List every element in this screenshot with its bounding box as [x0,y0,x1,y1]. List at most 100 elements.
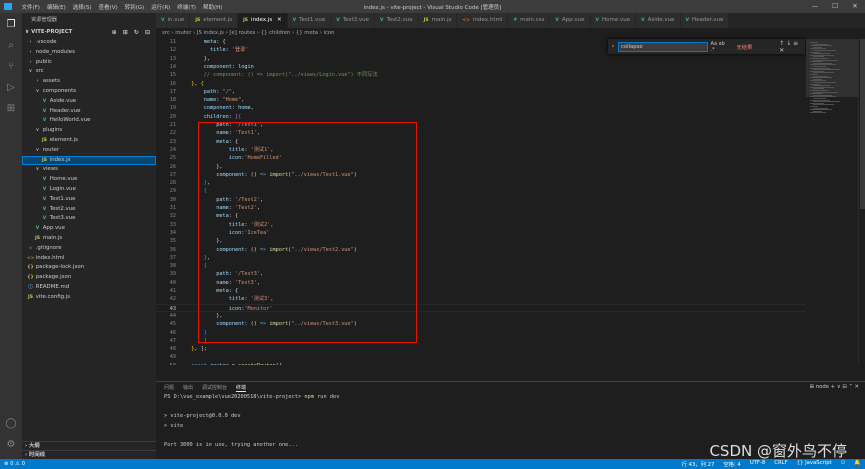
account-icon[interactable]: ◯ [5,418,17,430]
status-item[interactable]: UTF-8 [750,460,765,468]
editor-tab[interactable]: JS main.js [418,13,458,28]
panel-actions[interactable]: ⊞ node + ∨ ⊟ ⌃ ✕ [810,384,859,390]
panel-tab[interactable]: 调试控制台 [202,384,227,391]
editor-tab[interactable]: JS index.js ✕ [238,13,288,28]
timeline-section[interactable]: › 时间线 [22,450,156,459]
tree-item[interactable]: JS vite.config.js [22,293,156,303]
js-file-icon: JS [42,157,47,163]
source-control-icon[interactable]: ⑂ [5,61,17,73]
find-navigation[interactable]: ↑ ↓ ≡ ✕ [779,40,805,54]
menu-item-6[interactable]: 终端(T) [174,3,200,11]
terminal-line: PS D:\vue_example\vue20200518\vite-proje… [164,394,340,400]
tree-item[interactable]: ∨ src [22,67,156,77]
tree-item[interactable]: V Test1.vue [22,195,156,205]
tree-item[interactable]: › .vscode [22,38,156,48]
close-tab-icon[interactable]: ✕ [275,17,282,23]
run-debug-icon[interactable]: ▷ [5,82,17,94]
editor-tab[interactable]: Vin.vue [156,13,191,28]
panel-tab[interactable]: 输出 [183,384,193,391]
code-line: 33 title: '测试2', [156,221,806,230]
minimize-button[interactable]: — [805,0,825,13]
tree-item[interactable]: V Test3.vue [22,214,156,224]
editor-tab[interactable]: <> index.html [457,13,509,28]
menu-item-1[interactable]: 编辑(E) [43,3,69,11]
menu-item-3[interactable]: 查看(V) [95,3,121,11]
line-number: 30 [169,196,176,203]
gear-icon[interactable]: ⚙ [5,439,17,451]
search-icon[interactable]: ⌕ [5,40,17,52]
close-window-button[interactable]: ✕ [845,0,865,13]
code-line: 47 ] [156,337,806,346]
editor-tab[interactable]: V App.vue [550,13,591,28]
tree-item[interactable]: V Home.vue [22,175,156,185]
status-item[interactable]: 行 43，列 27 [682,460,715,468]
menu-item-7[interactable]: 帮助(H) [199,3,225,11]
tree-item[interactable]: ∨ views [22,165,156,175]
tree-item[interactable]: {} package-lock.json [22,263,156,273]
editor-scrollbar[interactable] [858,39,865,365]
tree-item[interactable]: V Aside.vue [22,97,156,107]
code-line: 20 children: [{ [156,113,806,122]
code-editor[interactable]: 11 meta: {12 title: '登录' 13 }, 14 componen… [156,39,806,365]
tree-item[interactable]: V Test2.vue [22,205,156,215]
tree-item[interactable]: JS index.js [22,155,156,166]
tree-item[interactable]: › assets [22,77,156,87]
editor-tab[interactable]: V Aside.vue [636,13,681,28]
scrollbar-thumb[interactable] [860,39,865,209]
tree-item[interactable]: ∨ router [22,146,156,156]
tree-item[interactable]: › node_modules [22,48,156,58]
editor-tab[interactable]: JS element.js [190,13,239,28]
menu-item-0[interactable]: 文件(F) [18,3,43,11]
tree-item[interactable]: JS element.js [22,136,156,146]
outline-section[interactable]: › 大纲 [22,441,156,450]
vue-file-icon: V [161,18,165,23]
tree-item[interactable]: {} package.json [22,273,156,283]
tree-item[interactable]: ◆ .gitignore [22,244,156,254]
extensions-icon[interactable]: ⊞ [5,103,17,115]
status-item[interactable]: {} JavaScript [797,460,832,468]
tree-item[interactable]: JS main.js [22,234,156,244]
status-item[interactable]: CRLF [774,460,787,468]
find-input[interactable] [617,41,708,52]
editor-tab[interactable]: V Test2.vue [374,13,419,28]
tree-item[interactable]: ⓘ README.md [22,283,156,293]
status-item[interactable]: 🔔 [854,460,861,468]
tree-item[interactable]: V HelloWorld.vue [22,116,156,126]
editor-tab[interactable]: V Header.vue [680,13,730,28]
explorer-icon[interactable]: ❐ [5,19,17,31]
tree-item[interactable]: <> index.html [22,254,156,264]
breadcrumb[interactable]: src › router › JS index.js › [e] routes … [156,28,865,39]
code-line: 41 meta: { [156,287,806,296]
explorer-actions[interactable]: ⊕ ⊞ ↻ ⊟ [112,27,152,38]
panel-tab[interactable]: 终端 [236,384,247,392]
vue-file-icon: V [42,186,47,192]
tree-item[interactable]: ∨ components [22,87,156,97]
problems-status[interactable]: ⊗ 0 ⚠ 0 [0,461,25,467]
editor-tab[interactable]: # main.css [508,13,551,28]
status-item[interactable]: 空格: 4 [723,460,740,468]
editor-tab[interactable]: V Home.vue [590,13,637,28]
maximize-button[interactable]: ☐ [825,0,845,13]
minimap[interactable] [806,39,858,365]
status-item[interactable]: ⚇ [841,460,846,468]
menu-item-5[interactable]: 运行(R) [148,3,174,11]
menu-item-2[interactable]: 选择(S) [69,3,95,11]
vue-file-icon: V [292,18,297,23]
tree-item[interactable]: ∨ plugins [22,126,156,136]
tree-item[interactable]: › public [22,58,156,68]
project-folder-header[interactable]: ∨ VITE-PROJECT ⊕ ⊞ ↻ ⊟ [22,27,156,38]
line-number: 20 [169,113,176,120]
editor-tab[interactable]: V Test3.vue [331,13,375,28]
vue-file-icon: V [42,108,47,114]
editor-tab[interactable]: V Test1.vue [287,13,332,28]
chevron-right-icon[interactable]: › [608,43,618,50]
chevron-right-icon: › [29,48,32,55]
tree-item[interactable]: V Login.vue [22,185,156,195]
menu-item-4[interactable]: 转到(G) [121,3,148,11]
find-options[interactable]: Aa ab .* [711,41,731,53]
panel-tab[interactable]: 问题 [164,384,174,391]
tree-item[interactable]: V App.vue [22,224,156,234]
tree-item[interactable]: V Header.vue [22,107,156,117]
line-number: 23 [169,138,176,145]
code-line: 34 icon:'IceTea' [156,229,806,238]
